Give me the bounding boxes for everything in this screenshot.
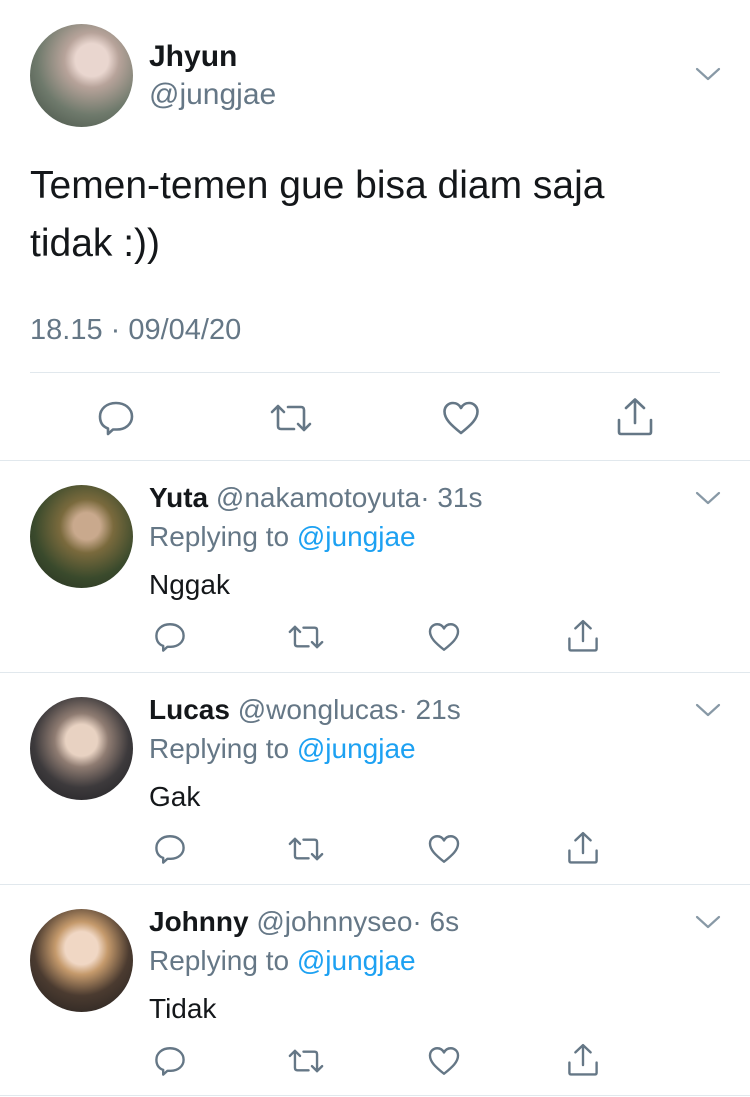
replying-to-label: Replying to: [149, 521, 290, 552]
author-handle[interactable]: @johnnyseo: [256, 906, 412, 937]
avatar[interactable]: [30, 697, 133, 800]
reply-icon[interactable]: [96, 398, 136, 438]
author-name[interactable]: Johnny: [149, 906, 249, 937]
avatar[interactable]: [30, 24, 133, 127]
reply-time: · 21s: [398, 694, 461, 725]
divider: [0, 884, 750, 885]
reply-text: Gak: [149, 781, 201, 812]
divider: [0, 1095, 750, 1096]
author-handle[interactable]: @wonglucas: [238, 694, 399, 725]
like-icon[interactable]: [427, 620, 461, 654]
reply-text: Nggak: [149, 569, 230, 600]
reply-time: · 6s: [412, 906, 460, 937]
chevron-down-icon[interactable]: [695, 914, 721, 930]
avatar[interactable]: [30, 485, 133, 588]
divider: [0, 672, 750, 673]
author-name[interactable]: Jhyun: [149, 40, 237, 74]
actions-divider: [30, 372, 720, 373]
mention-link[interactable]: @jungjae: [297, 521, 416, 552]
replying-to-label: Replying to: [149, 945, 290, 976]
share-icon[interactable]: [566, 1042, 600, 1078]
share-icon[interactable]: [615, 396, 655, 438]
like-icon[interactable]: [441, 398, 481, 438]
author-handle[interactable]: @nakamotoyuta: [216, 482, 420, 513]
replying-to-label: Replying to: [149, 733, 290, 764]
mention-link[interactable]: @jungjae: [297, 733, 416, 764]
reply-icon[interactable]: [153, 1044, 187, 1078]
tweet-text-line-1: Temen-temen gue bisa diam saja: [30, 164, 605, 207]
chevron-down-icon[interactable]: [695, 66, 721, 82]
reply-icon[interactable]: [153, 620, 187, 654]
like-icon[interactable]: [427, 832, 461, 866]
tweet-timestamp: 18.15 · 09/04/20: [30, 314, 242, 346]
chevron-down-icon[interactable]: [695, 490, 721, 506]
author-name[interactable]: Yuta: [149, 482, 208, 513]
avatar[interactable]: [30, 909, 133, 1012]
retweet-icon[interactable]: [287, 1044, 325, 1078]
tweet-text-line-2: tidak :)): [30, 222, 161, 265]
chevron-down-icon[interactable]: [695, 702, 721, 718]
reply-text: Tidak: [149, 993, 217, 1024]
divider: [0, 460, 750, 461]
reply-time: · 31s: [420, 482, 483, 513]
share-icon[interactable]: [566, 830, 600, 866]
mention-link[interactable]: @jungjae: [297, 945, 416, 976]
retweet-icon[interactable]: [269, 398, 313, 438]
retweet-icon[interactable]: [287, 620, 325, 654]
reply-icon[interactable]: [153, 832, 187, 866]
author-handle[interactable]: @jungjae: [149, 78, 276, 112]
retweet-icon[interactable]: [287, 832, 325, 866]
like-icon[interactable]: [427, 1044, 461, 1078]
author-name[interactable]: Lucas: [149, 694, 230, 725]
share-icon[interactable]: [566, 618, 600, 654]
